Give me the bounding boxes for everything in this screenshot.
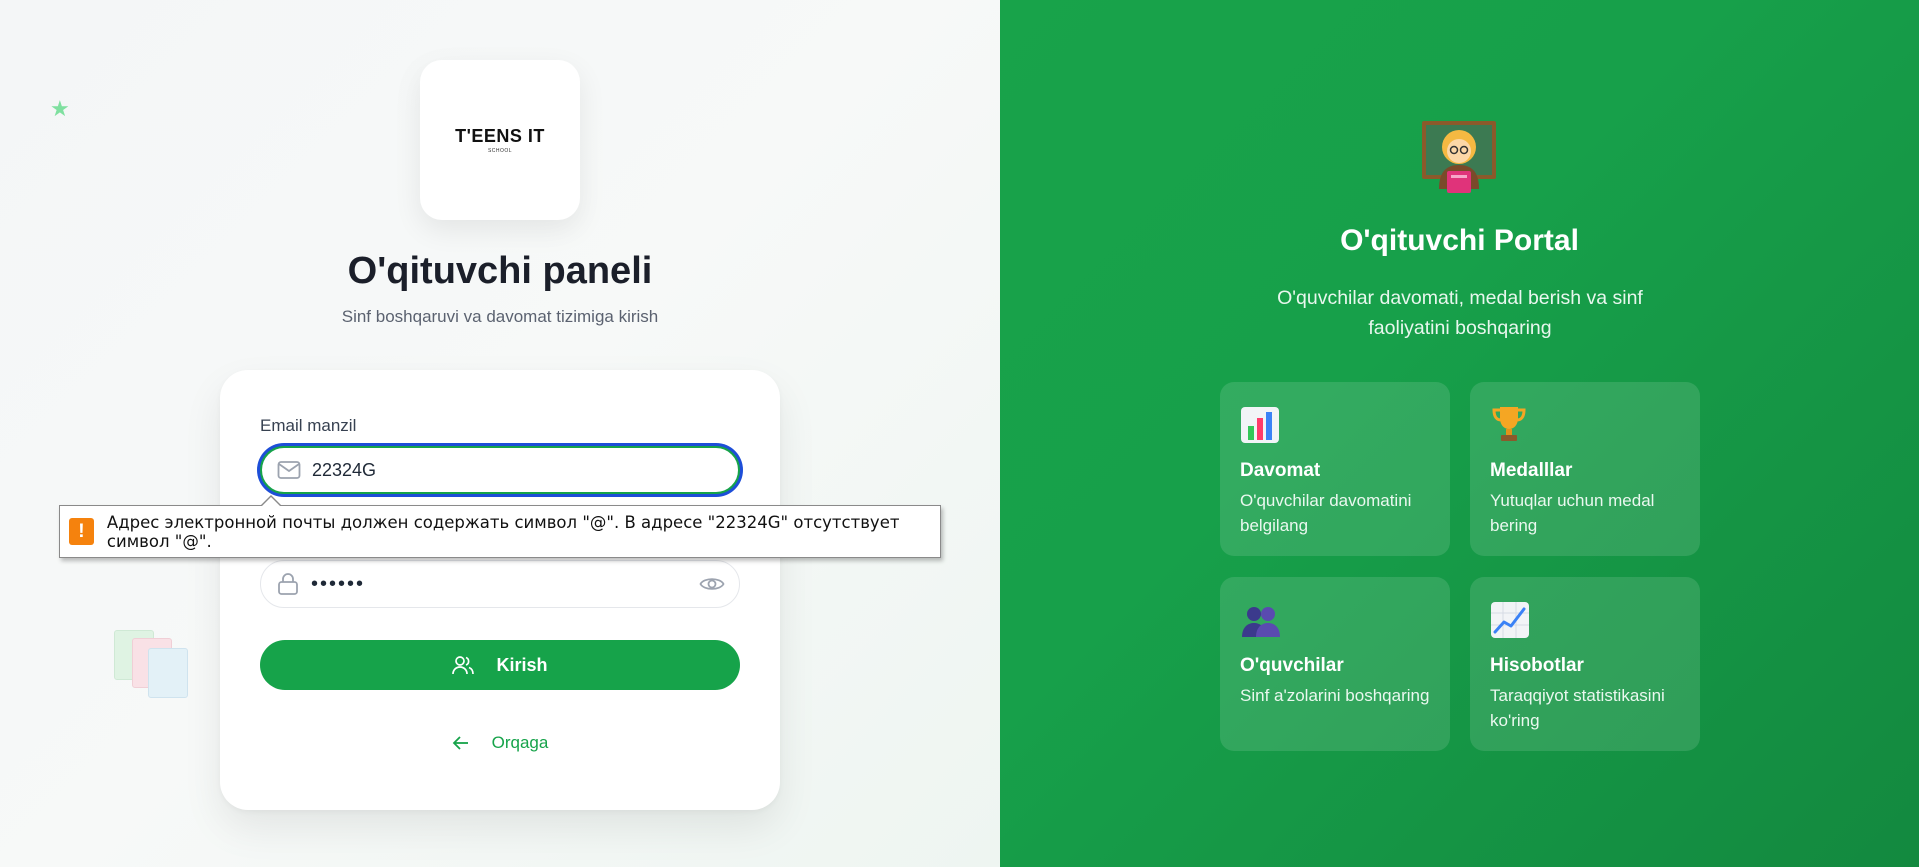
feature-card-oquvchilar: O'quvchilar Sinf a'zolarini boshqaring <box>1220 577 1450 751</box>
feature-card-hisobotlar: Hisobotlar Taraqqiyot statistikasini ko'… <box>1470 577 1700 751</box>
email-validation-tooltip: ! Адрес электронной почты должен содержа… <box>59 495 941 558</box>
feature-text: Yutuqlar uchun medal bering <box>1490 491 1655 535</box>
bar-chart-icon <box>1240 404 1284 444</box>
warning-icon: ! <box>69 518 94 545</box>
password-field[interactable] <box>260 560 740 608</box>
back-link-label: Orqaga <box>491 733 549 752</box>
users-icon <box>452 655 475 675</box>
logo-brand-text: T'EENS IT <box>455 126 545 146</box>
people-icon <box>1240 599 1284 639</box>
email-label: Email manzil <box>260 416 357 435</box>
feature-text: O'quvchilar davomatini belgilang <box>1240 491 1412 535</box>
email-field[interactable] <box>260 446 740 494</box>
feature-title: Medalllar <box>1490 460 1573 481</box>
feature-text: Taraqqiyot statistikasini ko'ring <box>1490 686 1665 730</box>
login-card: Email manzil 22324G •••••• Kirish Orqaga <box>220 370 780 810</box>
school-logo: T'EENS IT SCHOOL <box>420 60 580 220</box>
eye-icon[interactable] <box>699 573 725 595</box>
feature-card-medallar: Medalllar Yutuqlar uchun medal bering <box>1470 382 1700 556</box>
back-link[interactable]: Orqaga <box>220 733 780 753</box>
star-decoration-icon: ★ <box>50 96 70 121</box>
portal-title: O'qituvchi Portal <box>1340 224 1579 257</box>
portal-description: O'quvchilar davomati, medal berish va si… <box>1277 287 1643 339</box>
password-input[interactable] <box>311 572 681 596</box>
email-input[interactable] <box>312 459 692 481</box>
trophy-icon <box>1490 404 1534 444</box>
feature-title: Davomat <box>1240 460 1321 481</box>
feature-card-davomat: Davomat O'quvchilar davomatini belgilang <box>1220 382 1450 556</box>
feature-title: O'quvchilar <box>1240 655 1344 676</box>
login-panel: ★ T'EENS IT SCHOOL O'qituvchi paneli Sin… <box>0 0 1000 867</box>
books-decoration-icon <box>112 628 192 700</box>
logo-sub-text: SCHOOL <box>487 148 513 154</box>
chart-increasing-icon <box>1490 599 1534 639</box>
arrow-left-icon <box>452 735 470 751</box>
mail-icon <box>276 457 302 483</box>
feature-text: Sinf a'zolarini boshqaring <box>1240 686 1430 705</box>
portal-panel: O'qituvchi Portal O'quvchilar davomati, … <box>1000 0 1919 867</box>
teacher-icon <box>1420 118 1498 196</box>
validation-message: Адрес электронной почты должен содержать… <box>106 512 900 551</box>
login-button-label: Kirish <box>496 654 548 675</box>
login-button[interactable]: Kirish <box>260 640 740 690</box>
page-title: O'qituvchi paneli <box>347 250 653 292</box>
page-subtitle: Sinf boshqaruvi va davomat tizimiga kiri… <box>341 307 659 326</box>
lock-icon <box>275 571 301 597</box>
feature-title: Hisobotlar <box>1490 655 1584 676</box>
